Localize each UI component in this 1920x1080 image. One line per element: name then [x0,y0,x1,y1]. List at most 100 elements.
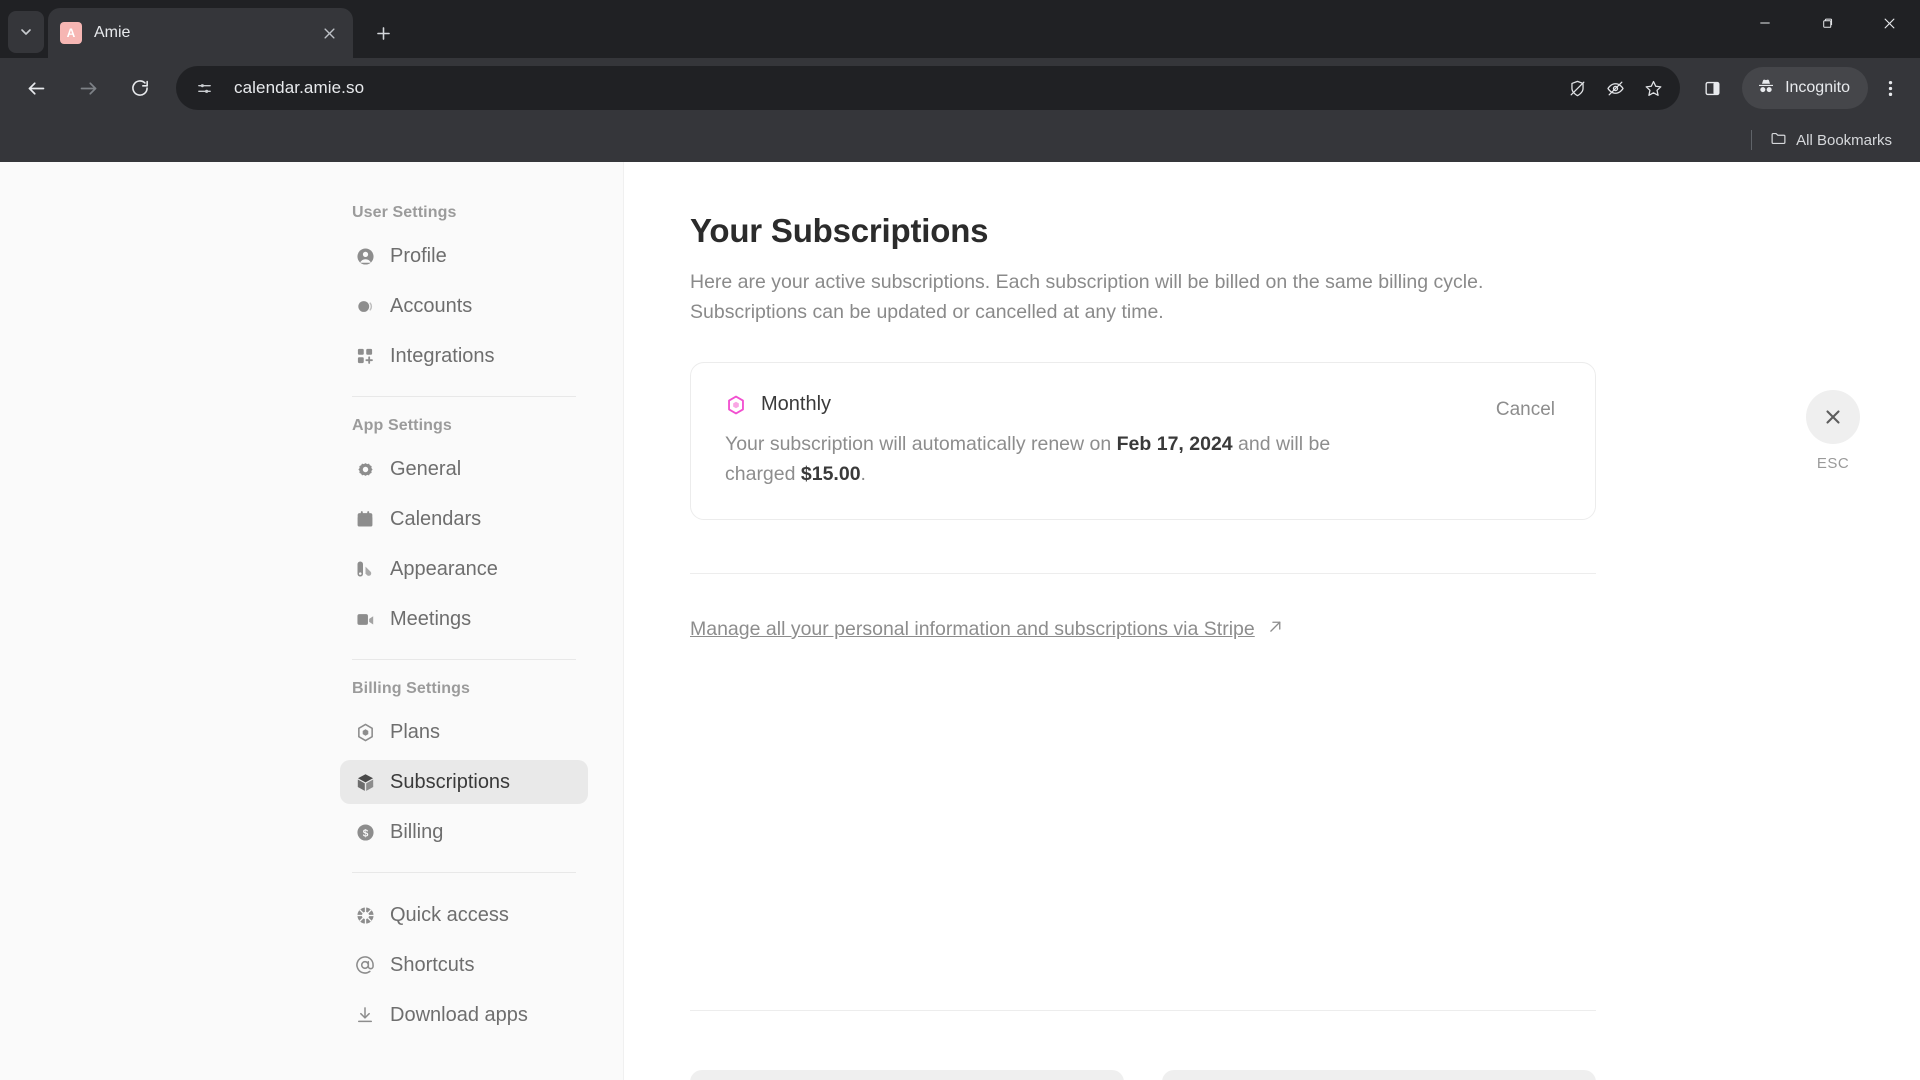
gear-icon [354,458,376,480]
sidebar-item-meetings[interactable]: Meetings [340,597,588,641]
next-page-button[interactable]: Billing Next [1162,1070,1596,1080]
incognito-indicator[interactable]: Incognito [1742,67,1868,109]
renewal-amount: $15.00 [800,462,861,485]
bookmarks-separator [1751,130,1753,150]
svg-text:$: $ [362,828,368,839]
tab-favicon: A [60,22,82,44]
subscription-card: Monthly Your subscription will automatic… [690,362,1596,520]
sidebar-group-billing-settings: Billing Settings Plans Subscriptions $ B… [340,680,588,854]
tab-search-button[interactable] [8,11,44,53]
window-controls [1734,0,1920,46]
subscription-renewal-text: Your subscription will automatically ren… [725,430,1365,489]
sidebar-item-label: Download apps [390,1003,528,1026]
sidebar-group-app-settings: App Settings General Calendars Appearanc… [340,417,588,641]
toolbar-right: Incognito [1690,66,1910,110]
sidebar-item-label: General [390,457,462,480]
url-text[interactable]: calendar.amie.so [220,78,1560,98]
sidebar-group-label: User Settings [352,204,457,221]
sidebar-item-calendars[interactable]: Calendars [340,497,588,541]
calendar-icon [354,508,376,530]
sidebar-item-label: Calendars [390,507,482,530]
content-divider [690,572,1596,574]
hexagon-icon [354,721,376,743]
sidebar-item-label: Shortcuts [390,953,475,976]
sidebar-item-billing[interactable]: $ Billing [340,810,588,854]
sidebar-item-subscriptions[interactable]: Subscriptions [340,760,588,804]
integrations-icon [354,345,376,367]
sidebar-item-download-apps[interactable]: Download apps [340,993,588,1037]
sidebar-item-label: Profile [390,244,447,267]
page-title: Your Subscriptions [690,212,989,249]
renewal-text-after: . [860,462,866,485]
reload-icon[interactable] [118,66,162,110]
kebab-menu-icon[interactable] [1870,66,1910,110]
hexagon-icon [725,394,747,416]
new-tab-button[interactable] [363,13,403,53]
download-icon [354,1004,376,1026]
esc-label: ESC [1816,455,1850,472]
close-icon[interactable] [317,21,341,45]
maximize-icon[interactable] [1796,0,1858,46]
folder-icon [1770,130,1787,151]
sidebar-item-label: Plans [390,720,441,743]
close-settings-control[interactable]: ESC [1806,390,1860,472]
settings-content: Your Subscriptions Here are your active … [624,162,1920,1080]
dollar-icon: $ [354,821,376,843]
accounts-icon [354,295,376,317]
page-description: Here are your active subscriptions. Each… [690,271,1484,323]
address-bar[interactable]: calendar.amie.so [176,66,1681,110]
sidebar-divider [352,872,576,873]
side-panel-icon[interactable] [1690,66,1734,110]
stripe-manage-link[interactable]: Manage all your personal information and… [690,618,1284,641]
video-icon [354,608,376,630]
subscription-header: Monthly [725,393,1490,416]
page-navigation: Plans Previous Billing Next [690,1070,1596,1080]
bookmarks-bar: All Bookmarks [0,118,1920,162]
star-icon[interactable] [1636,71,1670,105]
subscription-details: Monthly Your subscription will automatic… [725,393,1490,489]
sidebar-item-accounts[interactable]: Accounts [340,284,588,328]
omnibox-actions [1560,71,1670,105]
back-arrow-icon[interactable] [14,66,58,110]
sidebar-item-shortcuts[interactable]: Shortcuts [340,943,588,987]
sidebar-group-label: App Settings [352,417,452,434]
browser-toolbar: calendar.amie.so Incognito [0,58,1920,118]
minimize-icon[interactable] [1734,0,1796,46]
browser-tab[interactable]: A Amie [48,8,353,58]
sidebar-item-general[interactable]: General [340,447,588,491]
external-link-arrow-icon [1267,618,1284,641]
sidebar-item-integrations[interactable]: Integrations [340,334,588,378]
close-window-icon[interactable] [1858,0,1920,46]
at-sign-icon [354,954,376,976]
sidebar-item-plans[interactable]: Plans [340,710,588,754]
site-settings-icon[interactable] [188,72,220,104]
sidebar-groups: User Settings Profile Accounts Integrati… [340,204,588,1037]
hide-password-icon[interactable] [1598,71,1632,105]
previous-page-button[interactable]: Plans Previous [690,1070,1124,1080]
close-icon[interactable] [1806,390,1860,444]
sidebar-divider [352,659,576,660]
sidebar-item-label: Meetings [390,607,472,630]
sidebar-item-label: Integrations [390,344,495,367]
all-bookmarks-label: All Bookmarks [1796,131,1892,149]
tab-strip: A Amie [0,0,1920,58]
renewal-text-before: Your subscription will automatically ren… [725,433,1117,456]
settings-page: User Settings Profile Accounts Integrati… [0,162,1920,1080]
incognito-hat-icon [1756,76,1776,101]
sidebar-item-quick-access[interactable]: Quick access [340,893,588,937]
settings-sidebar: User Settings Profile Accounts Integrati… [0,162,624,1080]
cube-icon [354,771,376,793]
sidebar-group-user-settings: User Settings Profile Accounts Integrati… [340,204,588,378]
sidebar-divider [352,396,576,397]
tracking-protection-off-icon[interactable] [1560,71,1594,105]
sidebar-item-appearance[interactable]: Appearance [340,547,588,591]
cancel-subscription-button[interactable]: Cancel [1490,393,1561,427]
sidebar-item-label: Accounts [390,294,473,317]
footer-divider [690,1010,1596,1011]
sidebar-item-profile[interactable]: Profile [340,234,588,278]
sidebar-group-label: Billing Settings [352,680,471,697]
tab-title: Amie [94,24,131,41]
sidebar-item-label: Quick access [390,903,509,926]
forward-arrow-icon[interactable] [66,66,110,110]
all-bookmarks-button[interactable]: All Bookmarks [1762,126,1900,155]
